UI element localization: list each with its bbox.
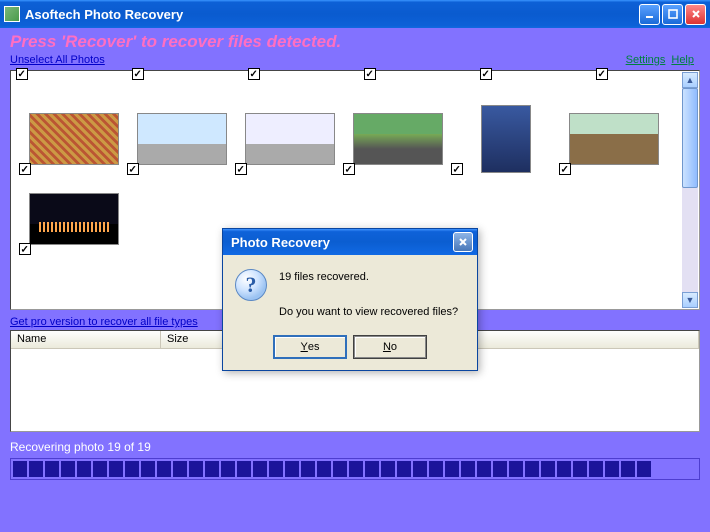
scroll-down-icon[interactable]: ▼ <box>682 292 698 308</box>
photo-thumb[interactable] <box>461 113 551 165</box>
dialog-titlebar[interactable]: Photo Recovery <box>223 229 477 255</box>
yes-button[interactable]: Yes <box>274 336 346 358</box>
column-check[interactable] <box>16 68 28 80</box>
close-button[interactable] <box>685 4 706 25</box>
no-label: N <box>383 341 391 353</box>
dialog-body: ? 19 files recovered. Do you want to vie… <box>223 255 477 370</box>
no-button[interactable]: No <box>354 336 426 358</box>
photo-check[interactable] <box>19 243 31 255</box>
thumbnail-header-checks <box>10 68 700 80</box>
photo-check[interactable] <box>127 163 139 175</box>
column-check[interactable] <box>596 68 608 80</box>
client-area: Press 'Recover' to recover files detecte… <box>0 28 710 532</box>
settings-link[interactable]: Settings <box>626 54 666 66</box>
photo-thumb[interactable] <box>29 113 119 165</box>
photo-thumb[interactable] <box>29 193 119 245</box>
column-check[interactable] <box>132 68 144 80</box>
status-text: Recovering photo 19 of 19 <box>10 440 700 454</box>
progress-bar <box>10 458 700 480</box>
photo-check[interactable] <box>559 163 571 175</box>
photo-thumb[interactable] <box>569 113 659 165</box>
maximize-button[interactable] <box>662 4 683 25</box>
app-icon <box>4 6 20 22</box>
column-name[interactable]: Name <box>11 331 161 348</box>
photo-check[interactable] <box>343 163 355 175</box>
window-title: Asoftech Photo Recovery <box>25 7 637 22</box>
photo-thumb[interactable] <box>137 113 227 165</box>
dialog-line2: Do you want to view recovered files? <box>279 304 458 322</box>
scroll-handle[interactable] <box>682 88 698 188</box>
unselect-all-link[interactable]: Unselect All Photos <box>10 54 105 66</box>
help-link[interactable]: Help <box>671 54 694 66</box>
dialog-close-button[interactable] <box>453 232 473 252</box>
thumbnail-scrollbar[interactable]: ▲ ▼ <box>682 72 698 308</box>
link-bar: Unselect All Photos Settings Help <box>10 54 700 66</box>
minimize-button[interactable] <box>639 4 660 25</box>
photo-check[interactable] <box>451 163 463 175</box>
recovery-dialog: Photo Recovery ? 19 files recovered. Do … <box>222 228 478 371</box>
column-check[interactable] <box>480 68 492 80</box>
dialog-line1: 19 files recovered. <box>279 269 458 287</box>
photo-thumb[interactable] <box>245 113 335 165</box>
photo-check[interactable] <box>235 163 247 175</box>
instruction-text: Press 'Recover' to recover files detecte… <box>10 32 700 52</box>
pro-version-link[interactable]: Get pro version to recover all file type… <box>10 316 198 328</box>
column-check[interactable] <box>364 68 376 80</box>
photo-check[interactable] <box>19 163 31 175</box>
column-check[interactable] <box>248 68 260 80</box>
dialog-text: 19 files recovered. Do you want to view … <box>279 269 458 322</box>
titlebar: Asoftech Photo Recovery <box>0 0 710 28</box>
question-icon: ? <box>235 269 267 301</box>
photo-thumb[interactable] <box>353 113 443 165</box>
yes-label: Y <box>301 341 308 353</box>
column-spacer <box>461 331 699 348</box>
dialog-title: Photo Recovery <box>231 235 453 250</box>
